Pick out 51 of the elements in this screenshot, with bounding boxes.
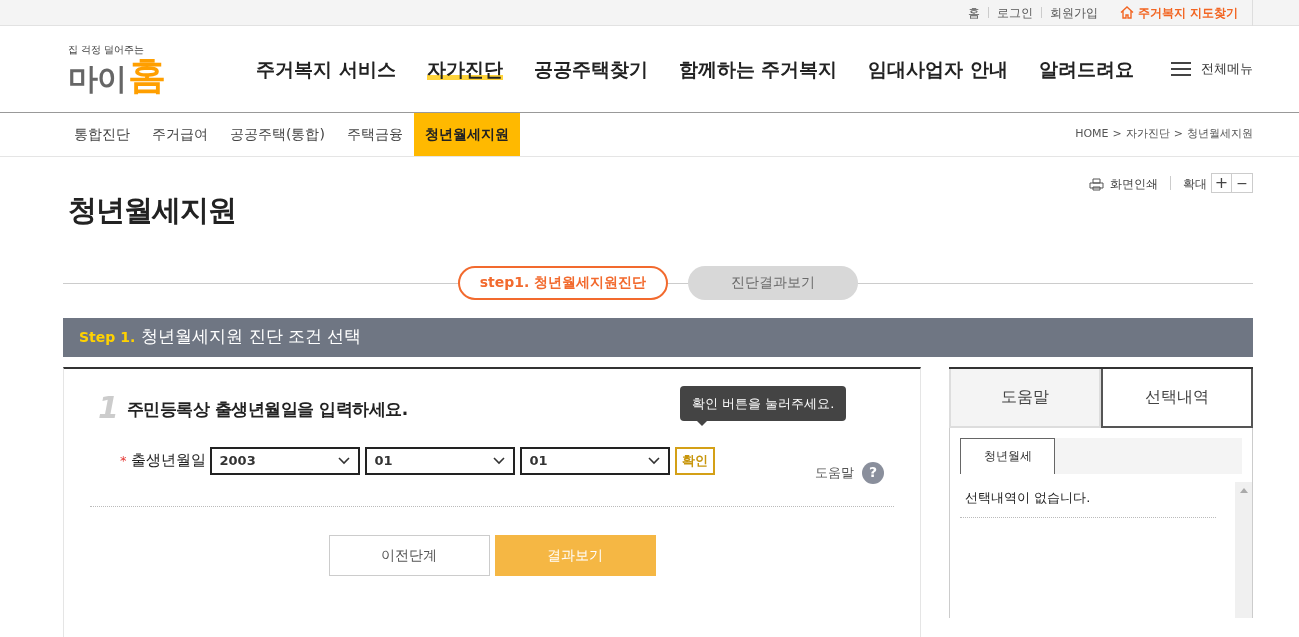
- empty-selection-text: 선택내역이 없습니다.: [960, 487, 1216, 518]
- top-link[interactable]: 회원가입: [1049, 3, 1098, 22]
- main-nav-item[interactable]: 임대사업자 안내: [868, 54, 1008, 84]
- previous-button[interactable]: 이전단계: [328, 534, 490, 576]
- date-select[interactable]: 01: [519, 446, 670, 475]
- breadcrumb-link[interactable]: 청년월세지원: [1187, 126, 1253, 143]
- page-title: 청년월세지원: [68, 192, 236, 229]
- field-label: 출생년월일: [130, 450, 206, 472]
- top-link[interactable]: 로그인: [996, 3, 1033, 22]
- breadcrumb-link[interactable]: 자가진단: [1125, 126, 1170, 143]
- step-label: Step 1.: [79, 327, 136, 347]
- chevron-down-icon: [647, 456, 660, 465]
- required-mark: *: [120, 451, 127, 470]
- chevron-down-icon: [492, 456, 505, 465]
- question-text: 주민등록상 출생년월일을 입력하세요.: [126, 398, 408, 421]
- section-title: 청년월세지원 진단 조건 선택: [141, 325, 362, 349]
- top-link[interactable]: 홈: [967, 3, 980, 22]
- step-pill: step1. 청년월세지원진단: [457, 265, 669, 300]
- help-link[interactable]: 도움말: [815, 462, 854, 483]
- sub-nav-tab[interactable]: 통합진단: [63, 113, 141, 156]
- scrollbar[interactable]: [1235, 481, 1252, 618]
- main-nav-item[interactable]: 알려드려요: [1038, 54, 1134, 84]
- printer-icon: [1089, 177, 1104, 191]
- sub-nav-tab[interactable]: 공공주택(통합): [219, 113, 336, 156]
- main-nav-item[interactable]: 주거복지 서비스: [256, 54, 396, 84]
- main-nav-item[interactable]: 함께하는 주거복지: [678, 54, 838, 84]
- side-subtab[interactable]: 청년월세: [960, 437, 1055, 474]
- date-select[interactable]: 01: [364, 446, 515, 475]
- all-menu-button[interactable]: 전체메뉴: [1171, 59, 1253, 79]
- tooltip: 확인 버튼을 눌러주세요.: [680, 385, 847, 421]
- tooltip-pointer: [696, 419, 708, 426]
- breadcrumb-link[interactable]: HOME: [1075, 126, 1109, 143]
- menu-icon: [1171, 61, 1191, 77]
- side-tab[interactable]: 선택내역: [1101, 368, 1253, 428]
- sub-nav-tab[interactable]: 청년월세지원: [413, 113, 520, 156]
- house-icon: [1119, 6, 1134, 19]
- sub-nav-tab[interactable]: 주택금융: [335, 113, 414, 156]
- breadcrumb-separator: >: [1173, 126, 1183, 143]
- zoom-label: 확대: [1183, 176, 1207, 193]
- side-tab[interactable]: 도움말: [949, 368, 1101, 428]
- main-nav-item[interactable]: 공공주택찾기: [533, 54, 648, 84]
- date-select[interactable]: 2003: [209, 446, 360, 475]
- sub-nav-tab[interactable]: 주거급여: [141, 113, 219, 156]
- print-button[interactable]: 화면인쇄: [1089, 175, 1158, 193]
- zoom-out-button[interactable]: −: [1232, 173, 1253, 193]
- zoom-in-button[interactable]: +: [1211, 173, 1232, 193]
- scroll-up-icon: [1239, 487, 1248, 493]
- chevron-down-icon: [337, 456, 350, 465]
- step-pill: 진단결과보기: [688, 265, 859, 300]
- logo[interactable]: 집 걱정 덜어주는 마이 홈: [68, 43, 218, 95]
- breadcrumb-separator: >: [1112, 126, 1122, 143]
